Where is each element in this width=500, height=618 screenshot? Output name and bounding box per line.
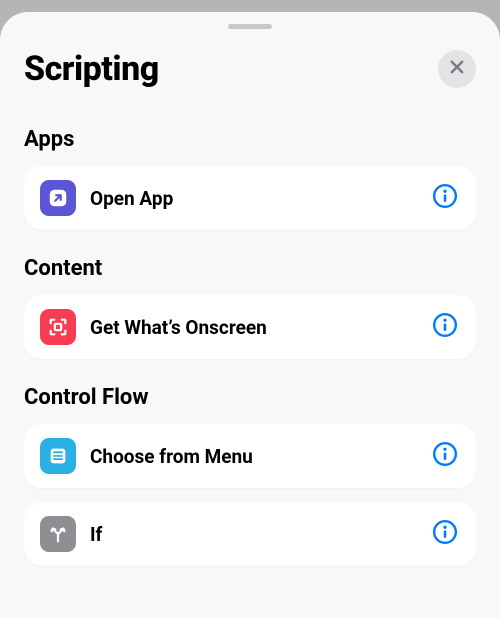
info-icon [432, 519, 458, 549]
action-label: Choose from Menu [90, 445, 430, 468]
menu-icon [40, 438, 76, 474]
close-button[interactable] [438, 50, 476, 88]
action-choose-from-menu[interactable]: Choose from Menu [24, 424, 476, 488]
action-label: Open App [90, 187, 430, 210]
onscreen-icon [40, 309, 76, 345]
info-button[interactable] [430, 519, 460, 549]
section-title-content: Content [24, 256, 476, 281]
info-button[interactable] [430, 312, 460, 342]
section-title-apps: Apps [24, 127, 476, 152]
sheet-grabber[interactable] [228, 24, 272, 29]
action-if[interactable]: If [24, 502, 476, 566]
close-icon [448, 58, 466, 80]
action-label: Get What’s Onscreen [90, 316, 430, 339]
action-label: If [90, 523, 430, 546]
info-button[interactable] [430, 441, 460, 471]
sheet-header: Scripting [0, 41, 500, 101]
action-get-whats-onscreen[interactable]: Get What’s Onscreen [24, 295, 476, 359]
branch-icon [40, 516, 76, 552]
action-open-app[interactable]: Open App [24, 166, 476, 230]
scripting-sheet: Scripting Apps Open App [0, 12, 500, 618]
info-icon [432, 312, 458, 342]
open-app-icon [40, 180, 76, 216]
page-title: Scripting [24, 49, 159, 89]
section-title-control-flow: Control Flow [24, 385, 476, 410]
info-icon [432, 183, 458, 213]
section-content: Content Get What’s Onscreen [0, 256, 500, 359]
section-apps: Apps Open App [0, 127, 500, 230]
section-control-flow: Control Flow Choose from Menu [0, 385, 500, 566]
info-button[interactable] [430, 183, 460, 213]
info-icon [432, 441, 458, 471]
